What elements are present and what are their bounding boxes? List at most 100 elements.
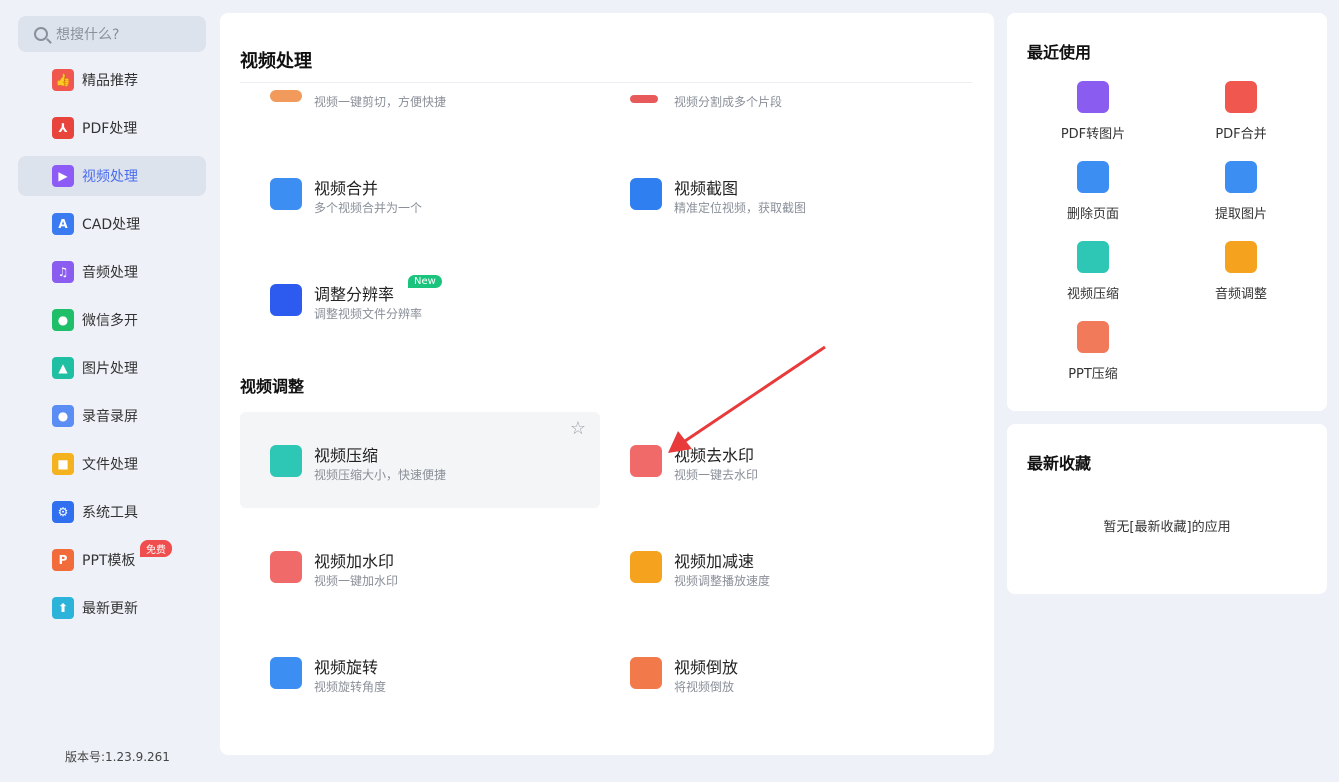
- sidebar-item-wechat[interactable]: ● 微信多开: [18, 300, 206, 340]
- tool-name: 视频倒放: [674, 658, 739, 677]
- wechat-icon: ●: [52, 309, 74, 331]
- favorites-empty-text: 暂无[最新收藏]的应用: [1103, 520, 1231, 535]
- sidebar-item-record[interactable]: ● 录音录屏: [18, 396, 206, 436]
- tool-desc: 精准定位视频，获取截图: [674, 201, 807, 215]
- sidebar-item-update[interactable]: ⬆ 最新更新: [18, 588, 206, 628]
- tool-video-merge[interactable]: 视频合并 多个视频合并为一个: [240, 145, 600, 241]
- sidebar-item-label: 图片处理: [82, 361, 138, 377]
- tool-video-screenshot[interactable]: 视频截图 精准定位视频，获取截图: [600, 145, 960, 241]
- tool-name: 视频加减速: [674, 552, 755, 571]
- sidebar-item-cad[interactable]: A CAD处理: [18, 204, 206, 244]
- tool-name: 调整分辨率: [314, 285, 395, 304]
- extract-image-icon: [1225, 161, 1257, 193]
- recent-item-pdf-merge[interactable]: PDF合并: [1167, 81, 1315, 142]
- recent-item-label: 提取图片: [1214, 207, 1267, 222]
- cad-icon: A: [52, 213, 74, 235]
- resolution-icon: [270, 284, 302, 316]
- red-arrow-annotation: [668, 345, 826, 453]
- sidebar-item-pdf[interactable]: ⅄ PDF处理: [18, 108, 206, 148]
- recent-item-pdf-to-image[interactable]: PDF转图片: [1019, 81, 1167, 142]
- tool-name: 视频加水印: [314, 552, 395, 571]
- recent-item-audio-adjust[interactable]: 音频调整: [1167, 241, 1315, 302]
- recent-item-ppt-compress[interactable]: PPT压缩: [1019, 321, 1167, 382]
- tool-video-speed[interactable]: 视频加减速 视频调整播放速度: [600, 518, 960, 614]
- sidebar-item-label: CAD处理: [82, 217, 141, 233]
- favorites-title: 最新收藏: [1027, 454, 1092, 473]
- gear-icon: ⚙: [52, 501, 74, 523]
- search-box[interactable]: 想搜什么?: [18, 16, 206, 52]
- recent-item-extract-image[interactable]: 提取图片: [1167, 161, 1315, 222]
- crop-image-icon: [630, 178, 662, 210]
- sidebar-item-audio[interactable]: ♫ 音频处理: [18, 252, 206, 292]
- tool-name: 视频合并: [314, 179, 379, 198]
- sidebar-item-video[interactable]: ▶ 视频处理: [18, 156, 206, 196]
- tool-name: 视频旋转: [314, 658, 379, 677]
- remove-watermark-icon: [630, 445, 662, 477]
- tool-desc: 视频一键去水印: [674, 468, 759, 482]
- tool-desc: 将视频倒放: [674, 680, 735, 694]
- sidebar-item-system[interactable]: ⚙ 系统工具: [18, 492, 206, 532]
- delete-page-icon: [1077, 161, 1109, 193]
- pdf-to-image-icon: [1077, 81, 1109, 113]
- tool-video-reverse[interactable]: 视频倒放 将视频倒放: [600, 624, 960, 720]
- speaker-icon: [1225, 241, 1257, 273]
- tool-name: 视频截图: [674, 179, 739, 198]
- sidebar-item-image[interactable]: ▲ 图片处理: [18, 348, 206, 388]
- compress-icon: [1077, 241, 1109, 273]
- recent-item-label: PDF合并: [1215, 127, 1267, 142]
- search-icon: [34, 27, 48, 41]
- tool-desc: 视频压缩大小，快速便捷: [314, 468, 447, 482]
- tool-video-cut[interactable]: 视频一键剪切，方便快捷: [240, 55, 600, 111]
- sidebar-item-label: PDF处理: [82, 121, 138, 137]
- reverse-icon: [630, 657, 662, 689]
- recent-panel: 最近使用 PDF转图片 PDF合并 删除页面 提取图片 视频压缩 音频调整 PP…: [1007, 13, 1327, 411]
- star-icon[interactable]: ☆: [570, 418, 586, 439]
- pdf-merge-icon: [1225, 81, 1257, 113]
- sidebar-item-label: 视频处理: [82, 169, 138, 185]
- video-merge-icon: [270, 178, 302, 210]
- music-note-icon: ♫: [52, 261, 74, 283]
- sidebar-item-recommend[interactable]: 👍 精品推荐: [18, 60, 206, 100]
- pdf-icon: ⅄: [52, 117, 74, 139]
- tool-desc: 视频调整播放速度: [674, 574, 771, 588]
- rotate-icon: [270, 657, 302, 689]
- recent-title: 最近使用: [1027, 43, 1092, 62]
- scissors-icon: [270, 90, 302, 102]
- recent-item-delete-page[interactable]: 删除页面: [1019, 161, 1167, 222]
- split-icon: [630, 95, 658, 103]
- sidebar-item-label: 最新更新: [82, 601, 138, 617]
- sidebar-item-label: 文件处理: [82, 457, 138, 473]
- sidebar-item-label: 录音录屏: [82, 409, 138, 425]
- tool-add-watermark[interactable]: 视频加水印 视频一键加水印: [240, 518, 600, 614]
- speed-icon: [630, 551, 662, 583]
- add-watermark-icon: [270, 551, 302, 583]
- ppt-compress-icon: [1077, 321, 1109, 353]
- tool-video-rotate[interactable]: 视频旋转 视频旋转角度: [240, 624, 600, 720]
- sidebar-item-label: 精品推荐: [82, 73, 138, 89]
- tool-desc: 多个视频合并为一个: [314, 201, 423, 215]
- recent-item-label: 删除页面: [1066, 207, 1119, 222]
- tool-adjust-resolution[interactable]: 调整分辨率 New 调整视频文件分辨率: [240, 251, 600, 347]
- main-panel: 视频处理 视频一键剪切，方便快捷 视频分割成多个片段 视频合并 多个视频合并为一…: [220, 13, 994, 755]
- video-play-icon: ▶: [52, 165, 74, 187]
- sidebar-item-ppt[interactable]: P PPT模板 免费: [18, 540, 206, 580]
- recent-item-label: 视频压缩: [1066, 287, 1119, 302]
- tool-video-split[interactable]: 视频分割成多个片段: [600, 55, 960, 111]
- sidebar: 想搜什么? 👍 精品推荐 ⅄ PDF处理 ▶ 视频处理 A CAD处理 ♫ 音频…: [0, 0, 220, 782]
- tool-desc: 视频一键加水印: [314, 574, 399, 588]
- tool-desc: 视频一键剪切，方便快捷: [314, 95, 447, 109]
- search-input[interactable]: 想搜什么?: [56, 24, 119, 44]
- recent-item-label: PPT压缩: [1068, 367, 1118, 382]
- favorites-panel: 最新收藏 暂无[最新收藏]的应用: [1007, 424, 1327, 594]
- recent-item-video-compress[interactable]: 视频压缩: [1019, 241, 1167, 302]
- section-title-adjust: 视频调整: [240, 377, 305, 396]
- tool-name: 视频压缩: [314, 446, 379, 465]
- image-icon: ▲: [52, 357, 74, 379]
- free-badge: 免费: [140, 540, 172, 557]
- tool-video-compress[interactable]: 视频压缩 视频压缩大小，快速便捷 ☆: [240, 412, 600, 508]
- recent-item-label: PDF转图片: [1060, 127, 1126, 142]
- sidebar-item-label: PPT模板: [82, 553, 136, 569]
- recent-item-label: 音频调整: [1214, 287, 1267, 302]
- tool-desc: 视频分割成多个片段: [674, 95, 783, 109]
- sidebar-item-file[interactable]: ■ 文件处理: [18, 444, 206, 484]
